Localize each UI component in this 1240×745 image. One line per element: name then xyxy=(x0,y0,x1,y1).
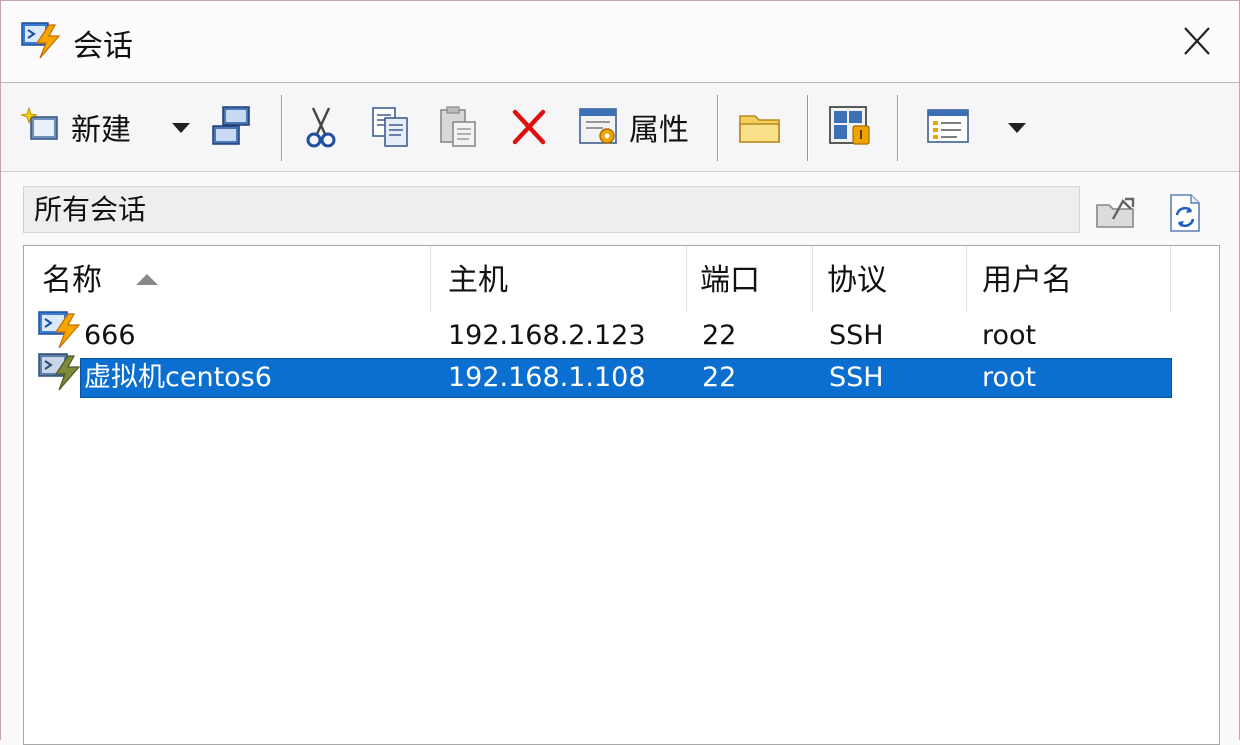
session-host: 192.168.1.108 xyxy=(448,362,646,393)
connect-icon xyxy=(212,106,250,145)
cut-icon xyxy=(306,107,336,148)
refresh-button[interactable] xyxy=(1161,191,1207,232)
session-name: 666 xyxy=(84,320,136,351)
list-header: 名称 主机 端口 协议 用户名 xyxy=(24,246,1219,312)
refresh-icon xyxy=(1170,194,1200,232)
sessions-window: 会话 新建 属性 所有会话 名称 主机 端口 协议 用户名 666 192.16… xyxy=(0,0,1240,745)
session-username: root xyxy=(982,362,1037,393)
session-username: root xyxy=(982,320,1037,351)
dropdown-arrow-icon xyxy=(172,123,190,133)
toolbar-separator xyxy=(717,95,718,161)
toolbar-separator xyxy=(897,95,898,161)
session-row-selected[interactable]: 虚拟机centos6 192.168.1.108 22 SSH root xyxy=(24,353,1219,398)
toolbar-divider xyxy=(1,171,1239,172)
go-up-button[interactable] xyxy=(1093,191,1139,231)
copy-icon xyxy=(372,107,408,147)
session-row[interactable]: 666 192.168.2.123 22 SSH root xyxy=(24,311,1219,356)
view-dropdown[interactable] xyxy=(1005,97,1029,157)
session-port: 22 xyxy=(702,362,737,393)
session-protocol: SSH xyxy=(829,320,884,351)
session-name: 虚拟机centos6 xyxy=(84,362,272,393)
session-icon xyxy=(38,311,81,349)
dropdown-arrow-icon xyxy=(1008,123,1026,133)
view-icon xyxy=(927,109,969,143)
column-header-port[interactable]: 端口 xyxy=(682,246,812,312)
column-header-host[interactable]: 主机 xyxy=(430,246,686,312)
folder-icon xyxy=(739,115,780,143)
new-session-button[interactable]: 新建 xyxy=(19,97,131,157)
session-app-icon xyxy=(21,22,61,59)
properties-button[interactable]: 属性 xyxy=(577,97,689,157)
session-protocol: SSH xyxy=(829,362,884,393)
new-session-label: 新建 xyxy=(71,113,131,148)
go-up-folder-icon xyxy=(1096,197,1135,228)
copy-button[interactable] xyxy=(369,97,413,157)
properties-icon xyxy=(579,108,617,144)
session-filter-field[interactable]: 所有会话 xyxy=(23,186,1080,233)
session-host: 192.168.2.123 xyxy=(448,320,646,351)
close-icon[interactable] xyxy=(1171,19,1223,63)
open-folder-button[interactable] xyxy=(737,97,785,157)
column-header-username[interactable]: 用户名 xyxy=(964,246,1170,312)
paste-icon xyxy=(440,106,476,147)
sort-ascending-icon xyxy=(136,274,158,285)
session-port: 22 xyxy=(702,320,737,351)
toolbar-separator xyxy=(807,95,808,161)
column-divider[interactable] xyxy=(1170,246,1171,312)
connect-in-tab-icon xyxy=(829,106,870,145)
session-list[interactable]: 名称 主机 端口 协议 用户名 666 192.168.2.123 22 SSH… xyxy=(23,245,1220,745)
cut-button[interactable] xyxy=(301,97,341,157)
column-header-protocol[interactable]: 协议 xyxy=(809,246,965,312)
toolbar-separator xyxy=(281,95,282,161)
column-header-label: 名称 xyxy=(42,263,102,298)
connect-button[interactable] xyxy=(207,97,255,157)
new-session-icon xyxy=(20,106,58,140)
paste-button[interactable] xyxy=(437,97,481,157)
properties-label: 属性 xyxy=(629,113,689,148)
delete-icon xyxy=(512,109,546,145)
connect-in-tab-button[interactable] xyxy=(827,97,875,157)
toolbar: 新建 属性 xyxy=(1,83,1239,171)
close-button[interactable] xyxy=(1171,19,1223,63)
view-button[interactable] xyxy=(925,97,973,157)
session-icon xyxy=(38,353,81,391)
title-bar: 会话 xyxy=(1,1,1239,81)
delete-button[interactable] xyxy=(509,97,549,157)
new-session-dropdown[interactable] xyxy=(169,97,193,157)
window-title: 会话 xyxy=(73,29,133,64)
column-header-name[interactable]: 名称 xyxy=(24,246,430,312)
